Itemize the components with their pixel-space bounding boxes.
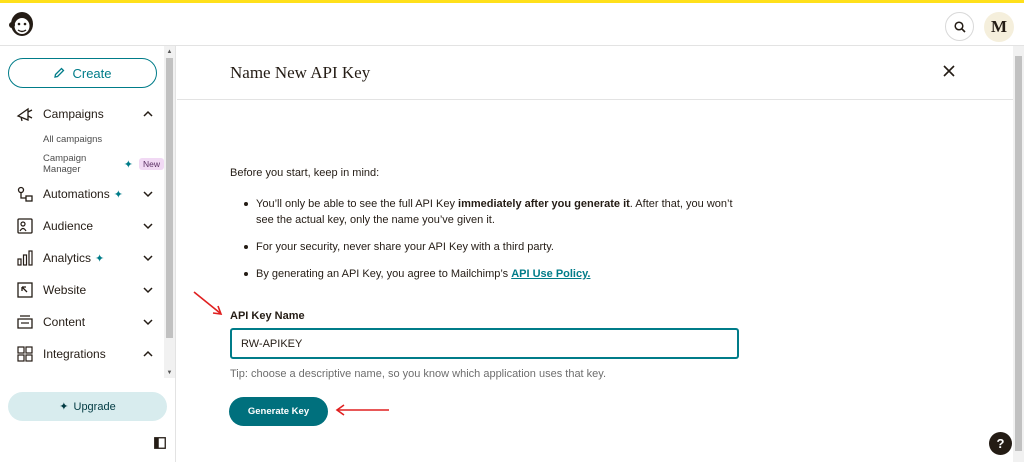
sidebar-item-label: Website (43, 283, 87, 297)
api-use-policy-link[interactable]: API Use Policy. (511, 268, 590, 280)
search-button[interactable] (945, 12, 974, 41)
sidebar-item-automations[interactable]: Automations ✦ (0, 180, 164, 208)
sidebar-scrollbar[interactable]: ▲ ▼ (164, 46, 175, 378)
sidebar-item-campaigns[interactable]: Campaigns (0, 100, 164, 128)
sidebar-item-integrations[interactable]: Integrations (0, 340, 164, 368)
create-button-label: Create (72, 65, 112, 81)
sidebar: Create Campaigns All campaigns Campaign … (0, 46, 176, 462)
scroll-up-arrow-icon[interactable]: ▲ (166, 48, 173, 56)
chevron-down-icon[interactable] (142, 316, 154, 328)
panel-header: Name New API Key (177, 46, 1013, 100)
automation-icon (17, 186, 33, 202)
sparkle-icon: ✦ (113, 188, 123, 201)
api-key-name-field[interactable] (230, 328, 739, 359)
sparkle-icon: ✦ (123, 158, 133, 171)
list-item: By generating an API Key, you agree to M… (230, 266, 750, 282)
list-item: You’ll only be able to see the full API … (230, 196, 750, 228)
scroll-thumb[interactable] (1015, 56, 1022, 451)
sidebar-item-label: Automations (43, 187, 110, 201)
chevron-down-icon[interactable] (142, 284, 154, 296)
help-button[interactable]: ? (989, 432, 1012, 455)
sidebar-subitem-label: All campaigns (43, 133, 103, 145)
sidebar-item-content[interactable]: Content (0, 308, 164, 336)
grid-icon (17, 346, 33, 362)
chevron-up-icon[interactable] (142, 108, 154, 120)
sidebar-item-label: Campaigns (43, 107, 104, 121)
search-icon (953, 20, 966, 33)
api-key-panel: Name New API Key Before you start, keep … (177, 46, 1013, 462)
notice-list: You’ll only be able to see the full API … (230, 196, 750, 293)
sidebar-subitem-label: Campaign Manager (43, 153, 87, 175)
close-icon[interactable] (941, 63, 957, 79)
field-tip: Tip: choose a descriptive name, so you k… (230, 368, 607, 380)
sidebar-item-label: Content (43, 315, 86, 329)
new-badge: New (138, 158, 164, 170)
sidebar-nav: Campaigns All campaigns Campaign Manager… (0, 100, 164, 378)
create-button[interactable]: Create (8, 58, 157, 88)
intro-text: Before you start, keep in mind: (230, 167, 380, 179)
website-icon (17, 282, 33, 298)
annotation-arrow-icon (193, 291, 223, 315)
upgrade-button[interactable]: ✦ Upgrade (8, 392, 167, 421)
sidebar-item-label: Audience (43, 219, 94, 233)
sidebar-subitem-all-campaigns[interactable]: All campaigns (43, 130, 102, 148)
sidebar-item-website[interactable]: Website (0, 276, 164, 304)
audience-icon (17, 218, 33, 234)
content-icon (17, 315, 33, 329)
sparkle-icon: ✦ (59, 401, 69, 413)
sidebar-item-audience[interactable]: Audience (0, 212, 164, 240)
scroll-down-arrow-icon[interactable]: ▼ (166, 369, 173, 377)
annotation-arrow-icon (335, 404, 389, 416)
panel-scrollbar[interactable] (1013, 46, 1024, 462)
sidebar-item-label: Analytics (43, 251, 92, 265)
page-title: Name New API Key (230, 63, 371, 82)
bar-chart-icon (17, 250, 33, 266)
pencil-icon (54, 67, 65, 78)
generate-key-button[interactable]: Generate Key (229, 397, 328, 426)
avatar[interactable]: M (984, 12, 1014, 42)
mailchimp-logo-icon[interactable] (8, 9, 36, 39)
sidebar-item-analytics[interactable]: Analytics ✦ (0, 244, 164, 272)
top-bar: M (0, 0, 1024, 46)
upgrade-button-label: Upgrade (73, 400, 116, 413)
megaphone-icon (16, 107, 33, 122)
list-item: For your security, never share your API … (230, 239, 750, 255)
api-key-name-label: API Key Name (230, 310, 305, 322)
chevron-down-icon[interactable] (142, 252, 154, 264)
sparkle-icon: ✦ (95, 252, 105, 265)
sidebar-item-label: Integrations (43, 347, 106, 361)
sidebar-collapse-icon[interactable] (154, 437, 166, 449)
chevron-up-icon[interactable] (142, 348, 154, 360)
scroll-thumb[interactable] (166, 58, 173, 338)
chevron-down-icon[interactable] (142, 188, 154, 200)
sidebar-subitem-campaign-manager[interactable]: Campaign Manager ✦ New (43, 153, 164, 175)
chevron-down-icon[interactable] (142, 220, 154, 232)
